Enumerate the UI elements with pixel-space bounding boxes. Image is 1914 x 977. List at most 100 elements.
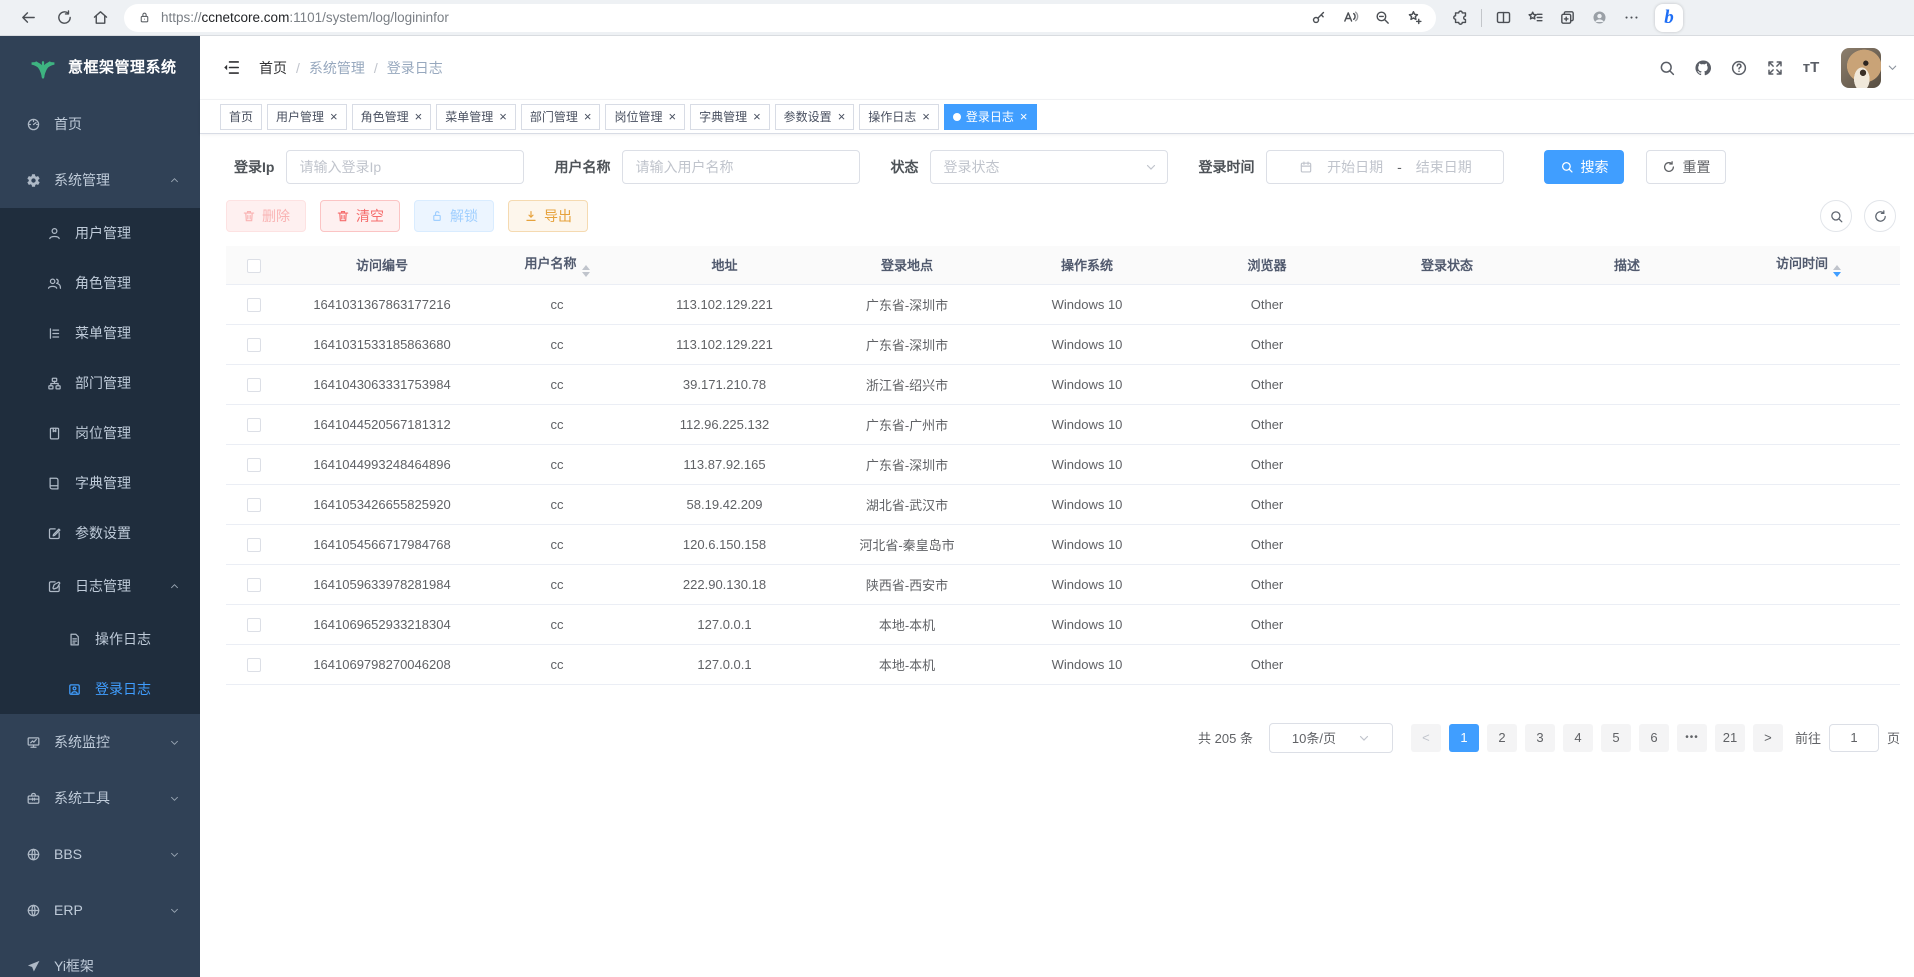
sidebar-item-日志管理[interactable]: 日志管理 [0,558,200,614]
sidebar-item-ERP[interactable]: ERP [0,882,200,938]
favorites-icon[interactable] [1519,4,1551,32]
more-options-icon[interactable] [1615,4,1647,32]
sidebar-item-岗位管理[interactable]: 岗位管理 [0,408,200,458]
unlock-button[interactable]: 解锁 [414,200,494,232]
favorite-add-icon[interactable] [1398,4,1430,32]
profile-avatar-icon[interactable] [1583,4,1615,32]
help-icon[interactable] [1721,50,1757,86]
row-checkbox[interactable] [247,578,261,592]
close-icon[interactable]: × [922,110,930,123]
column-header-用户名称[interactable]: 用户名称 [482,246,632,284]
export-button[interactable]: 导出 [508,200,588,232]
tab-操作日志[interactable]: 操作日志× [859,104,939,130]
close-icon[interactable]: × [1020,110,1028,123]
address-bar[interactable]: https://ccnetcore.com:1101/system/log/lo… [124,4,1436,32]
row-checkbox[interactable] [247,458,261,472]
column-header-访问时间[interactable]: 访问时间 [1717,246,1900,284]
page-button-1[interactable]: 1 [1449,724,1479,752]
row-checkbox[interactable] [247,418,261,432]
clear-button[interactable]: 清空 [320,200,400,232]
sidebar-item-操作日志[interactable]: 操作日志 [0,614,200,664]
sidebar-item-BBS[interactable]: BBS [0,826,200,882]
sort-carets-icon[interactable] [582,265,590,277]
tab-用户管理[interactable]: 用户管理 × [267,104,347,130]
login-ip-input[interactable] [286,150,524,184]
tab-岗位管理[interactable]: 岗位管理× [605,104,685,130]
sidebar-item-菜单管理[interactable]: 菜单管理 [0,308,200,358]
select-all-checkbox[interactable] [247,259,261,273]
search-icon[interactable] [1649,50,1685,86]
copilot-icon[interactable]: b [1655,4,1683,32]
key-icon[interactable] [1302,4,1334,32]
home-icon[interactable] [82,3,118,33]
sidebar-item-用户管理[interactable]: 用户管理 [0,208,200,258]
close-icon[interactable]: × [415,110,423,123]
tab-label: 用户管理 [276,108,324,125]
page-button-3[interactable]: 3 [1525,724,1555,752]
zoom-out-icon[interactable] [1366,4,1398,32]
page-button-2[interactable]: 2 [1487,724,1517,752]
reset-button[interactable]: 重置 [1646,150,1726,184]
date-range-picker[interactable]: 开始日期 - 结束日期 [1266,150,1504,184]
close-icon[interactable]: × [584,110,592,123]
sidebar-item-Yi框架[interactable]: Yi框架 [0,938,200,977]
user-name-input[interactable] [622,150,860,184]
goto-unit: 页 [1887,728,1900,747]
sidebar-item-系统管理[interactable]: 系统管理 [0,152,200,208]
page-button-5[interactable]: 5 [1601,724,1631,752]
github-icon[interactable] [1685,50,1721,86]
sidebar-item-首页[interactable]: 首页 [0,96,200,152]
user-avatar[interactable] [1841,48,1881,88]
row-checkbox[interactable] [247,498,261,512]
sidebar-item-字典管理[interactable]: 字典管理 [0,458,200,508]
more-pages-button[interactable]: ••• [1677,724,1707,752]
close-icon[interactable]: × [499,110,507,123]
split-screen-icon[interactable] [1487,4,1519,32]
sidebar-item-系统监控[interactable]: 系统监控 [0,714,200,770]
tab-角色管理[interactable]: 角色管理× [352,104,432,130]
back-icon[interactable] [10,3,46,33]
close-icon[interactable]: × [753,110,761,123]
row-checkbox[interactable] [247,618,261,632]
page-button-4[interactable]: 4 [1563,724,1593,752]
sidebar-item-角色管理[interactable]: 角色管理 [0,258,200,308]
sidebar-fold-icon[interactable] [222,58,241,77]
collections-icon[interactable] [1551,4,1583,32]
row-checkbox[interactable] [247,378,261,392]
tab-菜单管理[interactable]: 菜单管理× [436,104,516,130]
tab-登录日志[interactable]: 登录日志× [944,104,1037,130]
fullscreen-icon[interactable] [1757,50,1793,86]
refresh-table-icon[interactable] [1864,200,1896,232]
close-icon[interactable]: × [838,110,846,123]
refresh-icon[interactable] [46,3,82,33]
read-aloud-icon[interactable] [1334,4,1366,32]
tab-字典管理[interactable]: 字典管理× [690,104,770,130]
extensions-icon[interactable] [1444,4,1476,32]
next-page-button[interactable]: > [1753,724,1783,752]
tab-首页[interactable]: 首页 [220,104,262,130]
page-button-6[interactable]: 6 [1639,724,1669,752]
tab-参数设置[interactable]: 参数设置× [775,104,855,130]
sidebar-item-部门管理[interactable]: 部门管理 [0,358,200,408]
caret-down-icon[interactable] [1887,62,1898,73]
row-checkbox[interactable] [247,658,261,672]
delete-button[interactable]: 删除 [226,200,306,232]
page-button-21[interactable]: 21 [1715,724,1745,752]
sidebar-item-参数设置[interactable]: 参数设置 [0,508,200,558]
sidebar-item-登录日志[interactable]: 登录日志 [0,664,200,714]
font-size-icon[interactable]: тT [1793,50,1829,86]
row-checkbox[interactable] [247,338,261,352]
column-search-icon[interactable] [1820,200,1852,232]
status-select[interactable]: 登录状态 [930,150,1168,184]
sidebar-item-系统工具[interactable]: 系统工具 [0,770,200,826]
search-button[interactable]: 搜索 [1544,150,1624,184]
breadcrumb-home[interactable]: 首页 [259,58,287,78]
row-checkbox[interactable] [247,298,261,312]
goto-page-input[interactable] [1829,724,1879,752]
close-icon[interactable]: × [330,110,338,123]
tab-部门管理[interactable]: 部门管理× [521,104,601,130]
sort-carets-icon[interactable] [1833,265,1841,277]
page-size-select[interactable]: 10条/页 [1269,723,1393,753]
row-checkbox[interactable] [247,538,261,552]
close-icon[interactable]: × [668,110,676,123]
